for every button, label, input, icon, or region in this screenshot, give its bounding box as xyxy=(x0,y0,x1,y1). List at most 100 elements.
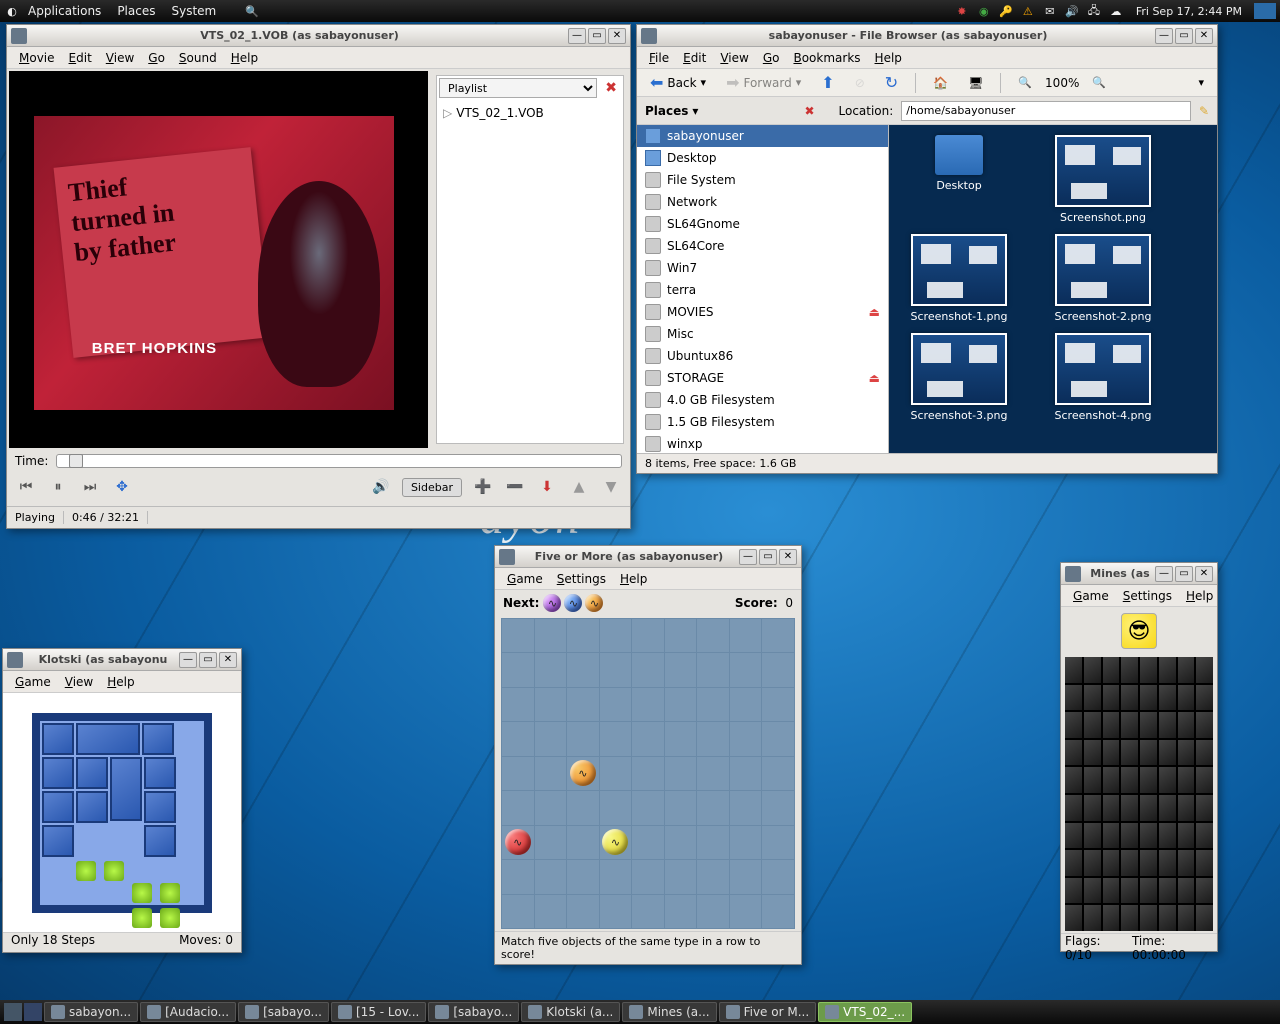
playlist-close-icon[interactable]: ✖ xyxy=(601,80,621,96)
five-cell[interactable] xyxy=(730,757,762,790)
tray-network-icon[interactable]: 🖧 xyxy=(1086,3,1102,19)
pause-button[interactable]: ⏸ xyxy=(47,476,69,498)
up-button[interactable]: ⬆ xyxy=(814,70,841,95)
clear-location-icon[interactable]: ✎ xyxy=(1199,104,1209,118)
mine-cell[interactable] xyxy=(1196,823,1213,849)
place-item-sl64core[interactable]: SL64Core xyxy=(637,235,888,257)
mine-cell[interactable] xyxy=(1084,740,1101,766)
five-cell[interactable] xyxy=(600,757,632,790)
filemgr-menu-file[interactable]: File xyxy=(643,49,675,67)
board-ball-orange[interactable] xyxy=(570,760,596,786)
mine-cell[interactable] xyxy=(1103,823,1120,849)
klotski-menu-view[interactable]: View xyxy=(59,673,99,691)
mine-cell[interactable] xyxy=(1140,712,1157,738)
five-cell[interactable] xyxy=(697,757,729,790)
mine-cell[interactable] xyxy=(1084,850,1101,876)
place-item-desktop[interactable]: Desktop xyxy=(637,147,888,169)
bottom-launcher-icon[interactable] xyxy=(24,1003,42,1021)
video-area[interactable]: Thief turned in by father BRET HOPKINS xyxy=(9,71,428,448)
klotski-board[interactable] xyxy=(3,693,241,932)
five-cell[interactable] xyxy=(762,688,794,721)
five-cell[interactable] xyxy=(762,722,794,755)
mine-cell[interactable] xyxy=(1065,795,1082,821)
mine-cell[interactable] xyxy=(1159,850,1176,876)
back-button[interactable]: ⬅Back ▾ xyxy=(643,70,713,95)
five-cell[interactable] xyxy=(762,653,794,686)
save-playlist-icon[interactable]: ⬇ xyxy=(536,476,558,498)
mine-cell[interactable] xyxy=(1121,685,1138,711)
mine-cell[interactable] xyxy=(1103,740,1120,766)
maximize-button[interactable]: ▭ xyxy=(1175,566,1193,582)
five-cell[interactable] xyxy=(600,791,632,824)
mine-cell[interactable] xyxy=(1065,767,1082,793)
mine-cell[interactable] xyxy=(1103,878,1120,904)
five-cell[interactable] xyxy=(665,791,697,824)
maximize-button[interactable]: ▭ xyxy=(759,549,777,565)
five-cell[interactable] xyxy=(567,688,599,721)
tray-updates-icon[interactable]: ◉ xyxy=(976,3,992,19)
five-cell[interactable] xyxy=(567,860,599,893)
search-icon[interactable]: 🔍 xyxy=(244,3,260,19)
five-cell[interactable] xyxy=(730,826,762,859)
five-cell[interactable] xyxy=(730,722,762,755)
mine-cell[interactable] xyxy=(1140,685,1157,711)
five-cell[interactable] xyxy=(665,757,697,790)
five-cell[interactable] xyxy=(730,688,762,721)
mine-cell[interactable] xyxy=(1103,712,1120,738)
five-cell[interactable] xyxy=(762,895,794,928)
five-cell[interactable] xyxy=(502,653,534,686)
playlist-item[interactable]: ▷ VTS_02_1.VOB xyxy=(441,104,619,122)
five-cell[interactable] xyxy=(730,860,762,893)
task-button-term2[interactable]: [sabayo... xyxy=(428,1002,519,1022)
five-cell[interactable] xyxy=(665,619,697,652)
five-cell[interactable] xyxy=(535,895,567,928)
zoom-out-button[interactable]: 🔍 xyxy=(1011,73,1039,92)
tray-key-icon[interactable]: 🔑 xyxy=(998,3,1014,19)
task-button-mines[interactable]: Mines (a... xyxy=(622,1002,716,1022)
five-cell[interactable] xyxy=(502,722,534,755)
zoom-in-button[interactable]: 🔍 xyxy=(1085,73,1113,92)
place-item-sl64gnome[interactable]: SL64Gnome xyxy=(637,213,888,235)
five-cell[interactable] xyxy=(697,688,729,721)
place-item-win7[interactable]: Win7 xyxy=(637,257,888,279)
mine-cell[interactable] xyxy=(1159,905,1176,931)
place-item-network[interactable]: Network xyxy=(637,191,888,213)
close-button[interactable]: ✕ xyxy=(1195,566,1213,582)
board-ball-red[interactable] xyxy=(505,829,531,855)
five-cell[interactable] xyxy=(697,826,729,859)
five-cell[interactable] xyxy=(697,791,729,824)
mine-cell[interactable] xyxy=(1196,740,1213,766)
mine-cell[interactable] xyxy=(1140,878,1157,904)
applications-menu[interactable]: Applications xyxy=(20,2,109,20)
player-titlebar[interactable]: VTS_02_1.VOB (as sabayonuser) — ▭ ✕ xyxy=(7,25,630,47)
mine-cell[interactable] xyxy=(1065,712,1082,738)
mine-cell[interactable] xyxy=(1178,823,1195,849)
five-cell[interactable] xyxy=(502,791,534,824)
mine-cell[interactable] xyxy=(1159,712,1176,738)
five-cell[interactable] xyxy=(730,895,762,928)
five-cell[interactable] xyxy=(600,688,632,721)
five-cell[interactable] xyxy=(535,688,567,721)
mine-cell[interactable] xyxy=(1196,712,1213,738)
file-item[interactable]: Screenshot-3.png xyxy=(899,333,1019,422)
minimize-button[interactable]: — xyxy=(568,28,586,44)
sidebar-toggle-button[interactable]: Sidebar xyxy=(402,478,462,497)
five-cell[interactable] xyxy=(600,722,632,755)
mine-cell[interactable] xyxy=(1178,767,1195,793)
mine-cell[interactable] xyxy=(1159,795,1176,821)
task-button-audacious[interactable]: [Audacio... xyxy=(140,1002,236,1022)
file-item[interactable]: Desktop xyxy=(899,135,1019,224)
maximize-button[interactable]: ▭ xyxy=(588,28,606,44)
mine-cell[interactable] xyxy=(1084,685,1101,711)
mine-cell[interactable] xyxy=(1178,657,1195,683)
five-cell[interactable] xyxy=(665,688,697,721)
mine-cell[interactable] xyxy=(1065,850,1082,876)
tray-mail-icon[interactable]: ✉ xyxy=(1042,3,1058,19)
mine-cell[interactable] xyxy=(1178,712,1195,738)
mine-cell[interactable] xyxy=(1121,905,1138,931)
board-ball-yellow[interactable] xyxy=(602,829,628,855)
filemgr-menu-bookmarks[interactable]: Bookmarks xyxy=(787,49,866,67)
filemgr-menu-help[interactable]: Help xyxy=(869,49,908,67)
mine-cell[interactable] xyxy=(1084,657,1101,683)
mines-menu-help[interactable]: Help xyxy=(1180,587,1219,605)
